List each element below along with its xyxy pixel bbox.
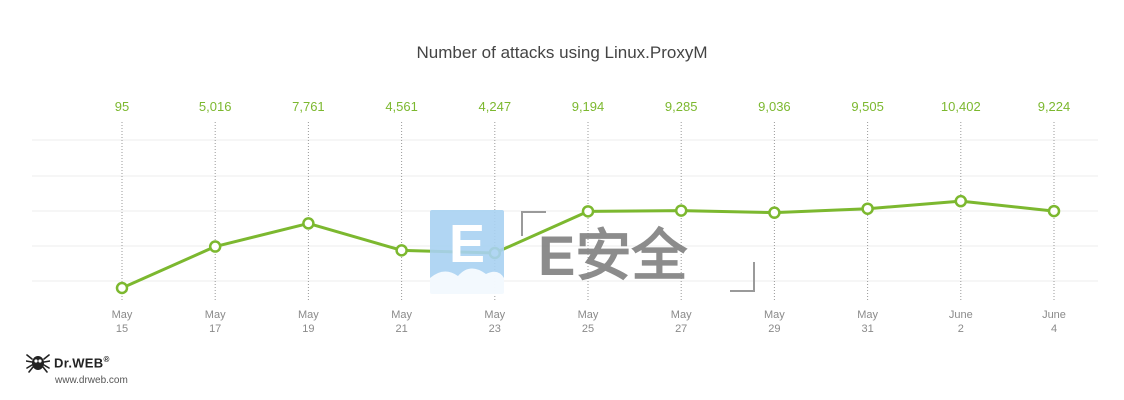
x-tick-day-3: 21: [395, 323, 407, 335]
registered-mark: ®: [103, 355, 110, 365]
chart-container: Number of attacks using Linux.ProxyM 95 5…: [0, 0, 1124, 400]
brand-name: Dr.WEB®: [54, 355, 110, 371]
data-point-8: [861, 202, 874, 215]
x-tick-month-2: May: [298, 309, 319, 321]
value-label-4: 4,247: [479, 99, 512, 114]
value-label-10: 9,224: [1038, 99, 1071, 114]
value-label-1: 5,016: [199, 99, 232, 114]
data-point-3: [395, 244, 408, 257]
x-tick-month-5: May: [578, 309, 599, 321]
x-tick-day-2: 19: [302, 323, 314, 335]
x-tick-month-3: May: [391, 309, 412, 321]
value-label-5: 9,194: [572, 99, 605, 114]
x-tick-day-9: 2: [958, 323, 964, 335]
x-axis-tick-labels: May 15 May 17 May 19 May 21 May 23 May 25 May 27 May 29…: [112, 309, 1066, 335]
value-labels: 95 5,016 7,761 4,561 4,247 9,194 9,285 9,036 9,5…: [115, 99, 1071, 114]
watermark-text: E安全: [538, 224, 688, 287]
data-point-0: [115, 281, 129, 295]
value-label-3: 4,561: [385, 99, 418, 114]
data-point-6: [674, 204, 688, 217]
x-tick-month-6: May: [671, 309, 692, 321]
data-point-2: [302, 217, 315, 230]
value-label-0: 95: [115, 99, 129, 114]
brand-footer: Dr.WEB® www.drweb.com: [26, 353, 128, 386]
x-tick-month-4: May: [484, 309, 505, 321]
value-label-7: 9,036: [758, 99, 791, 114]
value-label-2: 7,761: [292, 99, 325, 114]
x-tick-month-10: June: [1042, 309, 1066, 321]
spider-icon: [26, 354, 50, 373]
data-point-10: [1047, 204, 1061, 218]
brand-url: www.drweb.com: [55, 375, 128, 386]
x-tick-month-1: May: [205, 309, 226, 321]
watermark-logo-icon: E: [430, 210, 504, 294]
watermark-frame-bottom: [730, 262, 755, 292]
x-tick-day-0: 15: [116, 323, 128, 335]
line-chart: Number of attacks using Linux.ProxyM 95 5…: [32, 43, 1098, 335]
value-label-9: 10,402: [941, 99, 981, 114]
chart-title: Number of attacks using Linux.ProxyM: [416, 43, 707, 62]
value-label-8: 9,505: [851, 99, 884, 114]
x-tick-day-4: 23: [489, 323, 501, 335]
svg-text:E: E: [449, 214, 485, 274]
x-tick-month-7: May: [764, 309, 785, 321]
x-tick-day-7: 29: [768, 323, 780, 335]
x-tick-day-8: 31: [861, 323, 873, 335]
x-tick-day-1: 17: [209, 323, 221, 335]
x-tick-month-8: May: [857, 309, 878, 321]
x-tick-day-10: 4: [1051, 323, 1057, 335]
x-tick-day-5: 25: [582, 323, 594, 335]
x-tick-month-9: June: [949, 309, 973, 321]
data-point-1: [208, 240, 222, 253]
data-point-5: [581, 205, 595, 218]
x-tick-month-0: May: [112, 309, 133, 321]
value-label-6: 9,285: [665, 99, 698, 114]
data-point-9: [954, 194, 968, 208]
data-point-7: [768, 206, 781, 219]
x-tick-day-6: 27: [675, 323, 687, 335]
